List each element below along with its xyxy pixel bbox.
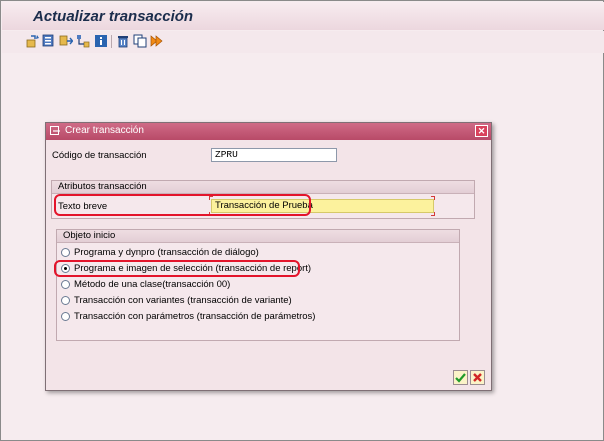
field-corner-mark <box>431 212 435 216</box>
page-title: Actualizar transacción <box>33 8 194 25</box>
dialog-icon <box>50 126 60 135</box>
start-object-group-title: Objeto inicio <box>63 230 116 241</box>
report-option-highlight <box>54 260 300 277</box>
cancel-button[interactable] <box>470 370 485 385</box>
radio-option-label: Transacción con variantes (transacción d… <box>74 295 292 306</box>
start-object-group-header: Objeto inicio <box>57 230 459 243</box>
radio-button[interactable] <box>61 296 70 305</box>
check-icon <box>455 373 466 383</box>
sap-window: Actualizar transacción Crear transacción… <box>0 0 604 441</box>
title-bar: Actualizar transacción <box>2 2 604 30</box>
other-object-icon[interactable] <box>26 34 40 48</box>
test-icon[interactable] <box>149 34 163 48</box>
radio-button[interactable] <box>61 312 70 321</box>
attributes-group-header: Atributos transacción <box>52 181 474 194</box>
radio-option-label: Método de una clase(transacción 00) <box>74 279 231 290</box>
copy-icon[interactable] <box>133 34 147 48</box>
radio-button[interactable] <box>61 280 70 289</box>
tcode-label: Código de transacción <box>52 150 147 161</box>
info-icon[interactable] <box>94 34 108 48</box>
radio-button[interactable] <box>61 248 70 257</box>
toolbar-separator <box>111 35 112 48</box>
radio-option-label: Transacción con parámetros (transacción … <box>74 311 316 322</box>
ok-button[interactable] <box>453 370 468 385</box>
delete-icon[interactable] <box>116 34 130 48</box>
attributes-group-title: Atributos transacción <box>58 181 147 192</box>
close-button[interactable]: ✕ <box>475 125 488 137</box>
dialog-title: Crear transacción <box>65 125 144 136</box>
tcode-field[interactable]: ZPRU <box>211 148 337 162</box>
dialog-title-bar: Crear transacción ✕ <box>46 123 491 140</box>
short-text-highlight <box>54 194 311 216</box>
create-transaction-dialog: Crear transacción ✕ Código de transacció… <box>45 122 492 391</box>
cancel-x-icon <box>473 373 482 382</box>
field-corner-mark <box>431 196 435 200</box>
radio-option-label: Programa y dynpro (transacción de diálog… <box>74 247 259 258</box>
where-used-icon[interactable] <box>76 34 90 48</box>
object-list-icon[interactable] <box>59 34 73 48</box>
display-object-icon[interactable] <box>42 34 56 48</box>
application-toolbar <box>2 31 604 53</box>
